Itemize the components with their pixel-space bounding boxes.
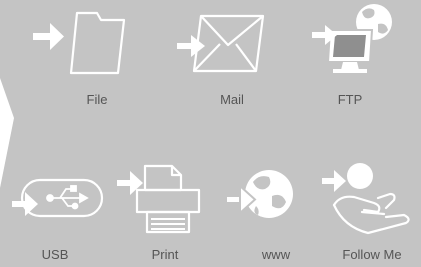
follow-me-label: Follow Me: [342, 247, 402, 262]
follow-me-icon: [322, 163, 410, 235]
